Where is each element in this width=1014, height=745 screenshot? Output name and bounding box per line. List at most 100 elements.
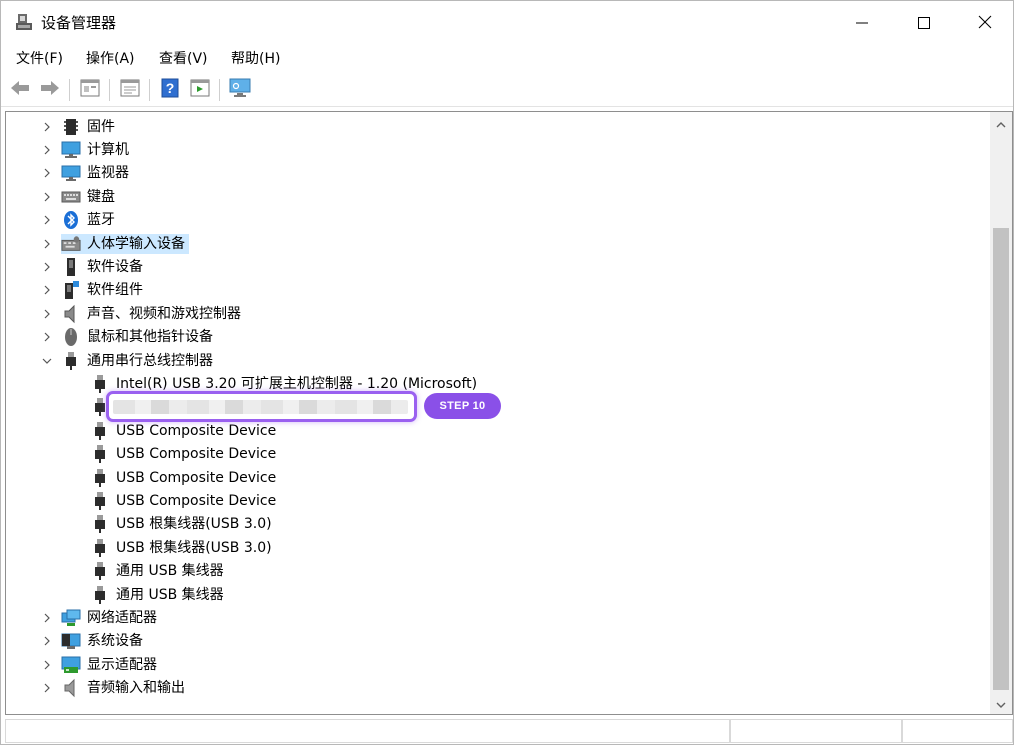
update-driver-button[interactable] (119, 79, 141, 101)
back-arrow-icon (10, 80, 30, 100)
item-label: 蓝牙 (87, 212, 115, 229)
category-item[interactable]: 音频输入和输出 (44, 677, 185, 700)
device-item[interactable]: 通用 USB 集线器 (90, 560, 224, 583)
forward-arrow-icon (40, 80, 60, 100)
scroll-up-button[interactable] (990, 112, 1012, 134)
minimize-button[interactable] (839, 1, 885, 45)
scroll-down-button[interactable] (990, 692, 1012, 714)
menu-view[interactable]: 查看(V) (159, 49, 208, 69)
item-label: 软件组件 (87, 282, 143, 299)
item-content: 软件设备 (61, 257, 143, 277)
category-item[interactable]: 显示适配器 (44, 653, 157, 676)
maximize-button[interactable] (901, 1, 947, 45)
category-item[interactable]: 软件组件 (44, 279, 143, 302)
item-content: 键盘 (61, 187, 115, 207)
usb-plug-icon (90, 421, 110, 441)
item-content: 显示适配器 (61, 655, 157, 675)
category-item[interactable]: 监视器 (44, 162, 129, 185)
audio-io-icon (61, 678, 81, 698)
chevron-right-icon[interactable] (41, 284, 53, 296)
chevron-right-icon[interactable] (41, 612, 53, 624)
chevron-right-icon[interactable] (41, 214, 53, 226)
item-label: 显示适配器 (87, 656, 157, 673)
item-label: 鼠标和其他指针设备 (87, 329, 213, 346)
item-content: 鼠标和其他指针设备 (61, 327, 213, 347)
menu-help[interactable]: 帮助(H) (231, 49, 280, 69)
chevron-right-icon[interactable] (41, 635, 53, 647)
usb-plug-icon (90, 538, 110, 558)
item-label: 监视器 (87, 165, 129, 182)
device-item[interactable]: 通用 USB 集线器 (90, 583, 224, 606)
chevron-right-icon[interactable] (41, 238, 53, 250)
chevron-right-icon[interactable] (41, 659, 53, 671)
category-item[interactable]: 通用串行总线控制器 (42, 349, 213, 372)
device-item[interactable]: USB 根集线器(USB 3.0) (90, 536, 272, 559)
item-content: USB Composite Device (90, 444, 276, 464)
chevron-right-icon[interactable] (41, 121, 53, 133)
item-content: 计算机 (61, 140, 129, 160)
chevron-right-icon[interactable] (41, 331, 53, 343)
firmware-chip-icon (61, 117, 81, 137)
show-hidden-icon (190, 79, 210, 101)
show-hidden-button[interactable] (189, 79, 211, 101)
properties-icon (80, 79, 100, 101)
category-item[interactable]: 网络适配器 (44, 606, 157, 629)
close-button[interactable] (962, 1, 1008, 45)
device-item[interactable]: USB 根集线器(USB 3.0) (90, 513, 272, 536)
chevron-down-icon[interactable] (41, 355, 53, 367)
chevron-right-icon[interactable] (41, 144, 53, 156)
item-content: 固件 (61, 117, 115, 137)
item-label: 固件 (87, 118, 115, 135)
toolbar-separator (219, 79, 220, 101)
menu-action[interactable]: 操作(A) (86, 49, 135, 69)
item-content: USB Composite Device (90, 468, 276, 488)
category-item[interactable]: 计算机 (44, 138, 129, 161)
item-content: 声音、视频和游戏控制器 (61, 304, 241, 324)
scrollbar-thumb[interactable] (993, 228, 1009, 690)
usb-plug-icon (61, 351, 81, 371)
item-label: 人体学输入设备 (87, 235, 185, 252)
chevron-down-icon (996, 694, 1006, 713)
status-cell-main (5, 719, 730, 743)
vertical-scrollbar[interactable] (990, 112, 1012, 714)
usb-plug-icon (90, 444, 110, 464)
chevron-right-icon[interactable] (41, 167, 53, 179)
item-label: 键盘 (87, 188, 115, 205)
category-item[interactable]: 声音、视频和游戏控制器 (44, 302, 241, 325)
category-item[interactable]: 固件 (44, 115, 115, 138)
back-button[interactable] (9, 79, 31, 101)
chevron-right-icon[interactable] (41, 191, 53, 203)
chevron-right-icon[interactable] (41, 261, 53, 273)
item-label: 音频输入和输出 (87, 680, 185, 697)
category-item[interactable]: 蓝牙 (44, 209, 115, 232)
help-button[interactable]: ? (159, 78, 181, 101)
scan-hardware-button[interactable] (229, 78, 251, 101)
item-content: 通用串行总线控制器 (61, 351, 213, 371)
item-content: 音频输入和输出 (61, 678, 185, 698)
category-item[interactable]: 人体学输入设备 (44, 232, 189, 255)
category-item[interactable]: 鼠标和其他指针设备 (44, 326, 213, 349)
properties-button[interactable] (79, 79, 101, 101)
chevron-right-icon[interactable] (41, 308, 53, 320)
chevron-right-icon[interactable] (41, 682, 53, 694)
category-item[interactable]: 键盘 (44, 185, 115, 208)
device-item[interactable]: USB Composite Device (90, 489, 276, 512)
step-badge: STEP 10 (424, 393, 501, 419)
category-item[interactable]: 系统设备 (44, 630, 143, 653)
item-label: 软件设备 (87, 258, 143, 275)
usb-plug-icon (90, 374, 110, 394)
device-item[interactable]: USB Composite Device (90, 466, 276, 489)
toolbar-separator (69, 79, 70, 101)
highlighted-device-box[interactable] (106, 391, 417, 422)
device-item[interactable]: USB Composite Device (90, 419, 276, 442)
toolbar: ? (1, 73, 1013, 107)
toolbar-separator (109, 79, 110, 101)
device-item[interactable]: USB Composite Device (90, 443, 276, 466)
item-content: USB 根集线器(USB 3.0) (90, 514, 272, 534)
svg-text:?: ? (166, 80, 175, 96)
software-component-icon (61, 280, 81, 300)
menu-file[interactable]: 文件(F) (16, 49, 63, 69)
category-item[interactable]: 软件设备 (44, 255, 143, 278)
forward-button[interactable] (39, 79, 61, 101)
item-content: USB Composite Device (90, 491, 276, 511)
